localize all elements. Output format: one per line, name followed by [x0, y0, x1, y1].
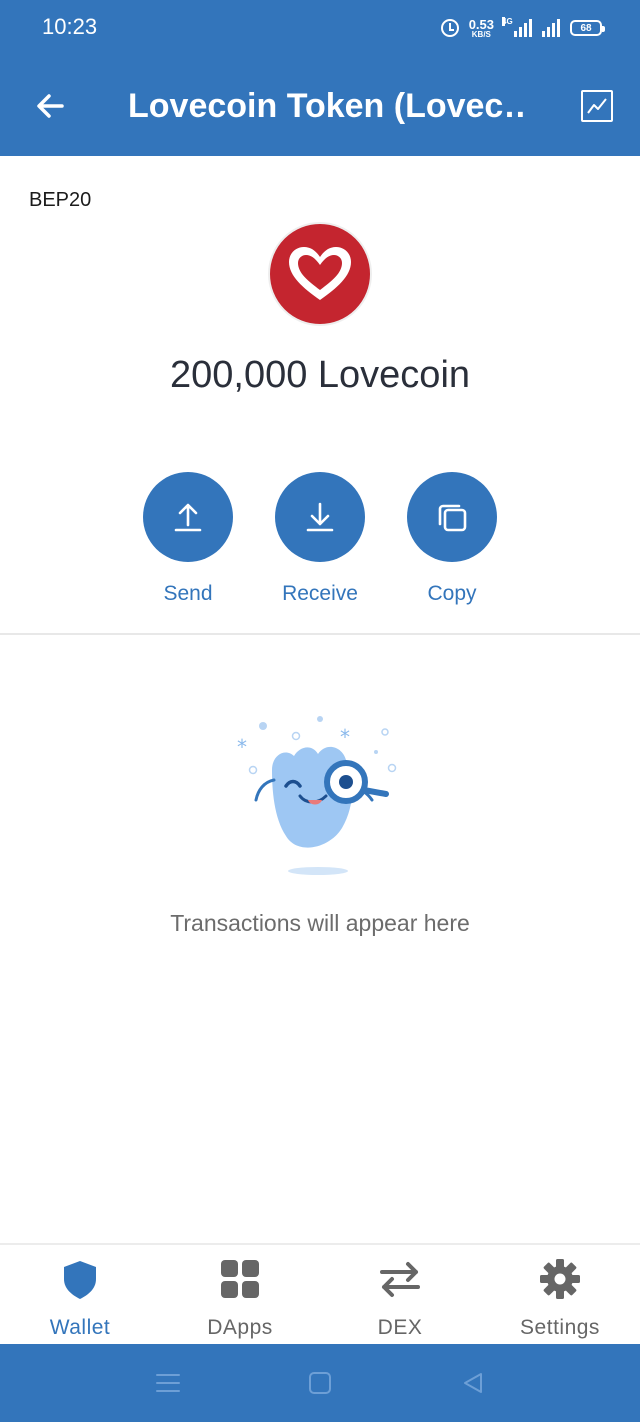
nav-label-wallet: Wallet	[49, 1316, 111, 1339]
mascot-magnifier-illustration: * *	[237, 716, 397, 875]
network-speed-value: 0.53	[468, 16, 494, 32]
receive-button[interactable]: Receive	[260, 472, 380, 606]
token-logo	[268, 222, 372, 326]
swap-arrows-icon	[380, 1262, 420, 1297]
svg-text:*: *	[340, 725, 350, 749]
nav-item-dapps[interactable]: DApps	[160, 1257, 320, 1340]
battery-icon: 68	[570, 20, 605, 36]
nav-label-settings: Settings	[520, 1316, 600, 1339]
alarm-icon	[440, 19, 459, 37]
copy-button[interactable]: Copy	[392, 472, 512, 606]
copy-circle[interactable]	[407, 472, 497, 562]
send-label: Send	[163, 582, 213, 605]
status-time: 10:23	[42, 14, 98, 39]
copy-label: Copy	[427, 582, 477, 605]
send-button[interactable]: Send	[128, 472, 248, 606]
nav-label-dapps: DApps	[207, 1316, 273, 1339]
nav-label-dex: DEX	[377, 1316, 423, 1339]
upload-icon	[174, 503, 202, 532]
menu-icon[interactable]	[155, 1370, 181, 1396]
battery-level: 68	[580, 22, 592, 34]
app-bar: Lovecoin Token (Lovec…	[0, 56, 640, 156]
page-title: Lovecoin Token (Lovec…	[128, 87, 528, 125]
receive-label: Receive	[282, 582, 358, 605]
gear-icon	[540, 1259, 580, 1299]
bottom-nav: Wallet DApps DEX Settings	[0, 1243, 640, 1344]
nav-item-settings[interactable]: Settings	[480, 1257, 640, 1340]
status-bar: 10:23 0.53 KB/S 4G 68	[0, 0, 640, 56]
token-balance: 200,000 Lovecoin	[169, 354, 471, 396]
copy-icon	[438, 504, 467, 532]
signal-4g-icon: 4G	[502, 17, 532, 37]
svg-text:*: *	[237, 735, 247, 759]
send-circle[interactable]	[143, 472, 233, 562]
nav-item-dex[interactable]: DEX	[320, 1257, 480, 1340]
network-speed-unit: KB/S	[471, 29, 491, 39]
chart-line-icon[interactable]	[581, 90, 613, 122]
network-label: BEP20	[29, 189, 92, 211]
network-speed: 0.53 KB/S	[469, 18, 494, 39]
nav-item-wallet[interactable]: Wallet	[0, 1257, 160, 1340]
shield-icon	[64, 1261, 96, 1299]
section-divider	[0, 633, 640, 635]
grid-icon	[221, 1260, 259, 1298]
empty-state-message: Transactions will appear here	[170, 910, 470, 936]
back-triangle-icon[interactable]	[460, 1370, 486, 1396]
signal-icon	[542, 19, 560, 37]
arrow-left-icon[interactable]	[32, 88, 68, 124]
network-type: 4G	[502, 17, 513, 26]
receive-circle[interactable]	[275, 472, 365, 562]
download-icon	[306, 502, 334, 532]
heart-icon	[289, 247, 351, 300]
status-icons: 0.53 KB/S 4G 68	[440, 14, 605, 42]
system-nav-bar	[0, 1344, 640, 1422]
home-icon[interactable]	[307, 1370, 333, 1396]
